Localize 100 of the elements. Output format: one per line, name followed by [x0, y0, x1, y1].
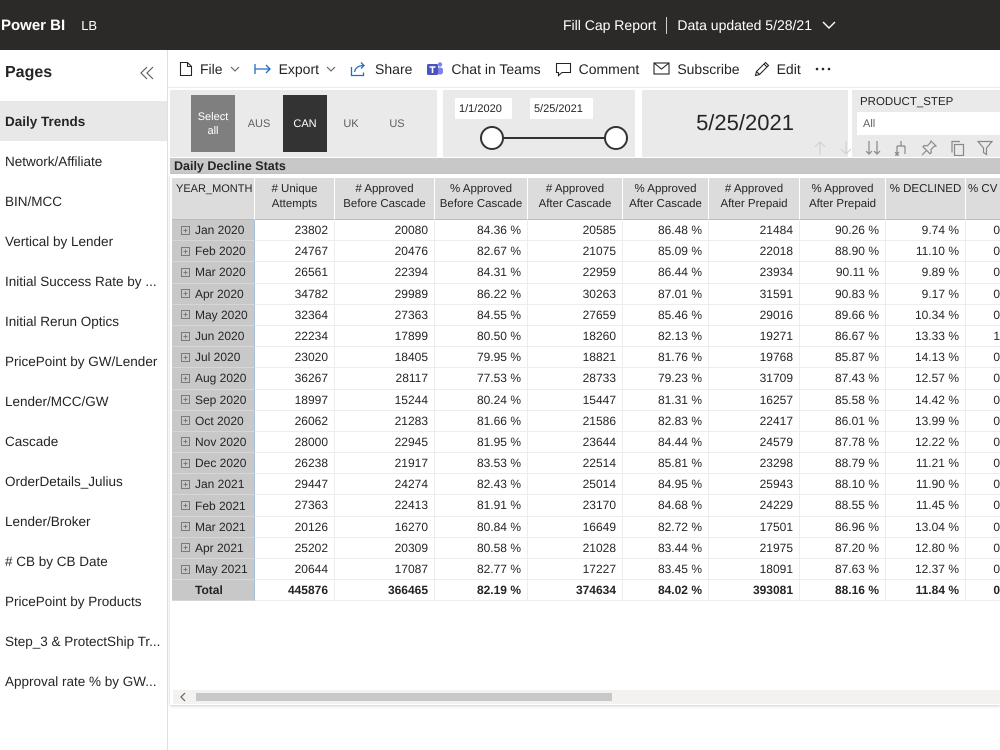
share-button[interactable]: Share	[343, 54, 420, 84]
page-nav-item[interactable]: Cascade	[0, 421, 167, 461]
country-option[interactable]: AUS	[237, 95, 281, 152]
table-cell: 0	[966, 241, 1000, 262]
slider-handle[interactable]	[604, 126, 628, 150]
table-cell: 80.84 %	[435, 516, 528, 538]
table-cell: 84.55 %	[435, 304, 528, 326]
edit-button[interactable]: Edit	[746, 54, 808, 84]
pin-icon[interactable]	[921, 140, 937, 156]
page-nav-item[interactable]: Lender/Broker	[0, 501, 167, 541]
expand-icon[interactable]	[181, 374, 190, 383]
page-nav-item[interactable]: Daily Trends	[0, 101, 167, 141]
column-header[interactable]: # Approved After Prepaid	[709, 178, 800, 220]
slicer-title: PRODUCT_STEP	[860, 95, 954, 109]
page-nav-item[interactable]: Step_3 & ProtectShip Tr...	[0, 621, 167, 661]
page-nav-item[interactable]: PricePoint by Products	[0, 581, 167, 621]
expand-icon[interactable]	[181, 332, 190, 341]
slider-handle[interactable]	[480, 126, 504, 150]
expand-icon[interactable]	[181, 226, 190, 235]
expand-icon[interactable]	[181, 564, 190, 574]
chat-in-teams-button[interactable]: Chat in Teams	[419, 54, 548, 84]
expand-icon[interactable]	[181, 501, 190, 510]
total-cell: 84.02 %	[623, 580, 709, 602]
export-menu-button[interactable]: Export	[246, 54, 344, 84]
workspace-label: LB	[81, 18, 98, 32]
country-option[interactable]: US	[375, 95, 419, 152]
table-cell: 26062	[255, 410, 335, 432]
page-nav-item[interactable]: Initial Rerun Optics	[0, 301, 167, 341]
collapse-icon[interactable]	[139, 66, 155, 80]
table-cell: 0	[966, 220, 1000, 242]
table-cell: 22018	[709, 241, 800, 262]
expand-icon[interactable]	[181, 246, 190, 256]
chevron-down-icon[interactable]	[822, 21, 836, 29]
page-nav-item[interactable]: Network/Affiliate	[0, 141, 167, 181]
column-header[interactable]: # Unique Attempts	[255, 178, 335, 220]
table-cell: 26238	[255, 453, 335, 474]
table-cell: 87.01 %	[623, 284, 709, 305]
country-option[interactable]: CAN	[283, 95, 327, 152]
table-cell: 87.43 %	[800, 368, 886, 390]
table-cell: 85.81 %	[623, 453, 709, 474]
expand-icon[interactable]	[181, 416, 190, 426]
table-cell: 13.04 %	[886, 516, 966, 538]
row-label: Feb 2020	[195, 244, 246, 258]
table-cell: 18091	[709, 559, 800, 580]
page-nav-item[interactable]: BIN/MCC	[0, 181, 167, 221]
table-cell: 18821	[528, 347, 623, 368]
expand-icon[interactable]	[181, 268, 190, 277]
table-cell: 0	[966, 390, 1000, 411]
horizontal-scrollbar[interactable]	[173, 690, 1000, 704]
page-nav-item[interactable]: Initial Success Rate by ...	[0, 261, 167, 301]
column-header[interactable]: YEAR_MONTH	[172, 178, 255, 220]
select-all-button[interactable]: Select all	[191, 95, 235, 152]
expand-icon[interactable]	[181, 289, 190, 298]
double-arrow-down-icon[interactable]	[865, 140, 881, 156]
file-menu-button[interactable]: File	[172, 54, 247, 84]
page-nav-item[interactable]: OrderDetails_Julius	[0, 461, 167, 501]
expand-icon[interactable]	[181, 352, 190, 362]
page-nav-item[interactable]: PricePoint by GW/Lender	[0, 341, 167, 381]
table-cell: 86.22 %	[435, 284, 528, 305]
page-nav-item[interactable]: Lender/MCC/GW	[0, 381, 167, 421]
expand-icon[interactable]	[181, 310, 190, 320]
expand-icon[interactable]	[181, 437, 190, 446]
column-header[interactable]: # Approved After Cascade	[528, 178, 623, 220]
table-cell: 77.53 %	[435, 368, 528, 390]
page-nav-item[interactable]: Approval rate % by GW...	[0, 661, 167, 701]
column-header[interactable]: % Approved Before Cascade	[435, 178, 528, 220]
scrollbar-thumb[interactable]	[196, 693, 612, 701]
filter-icon[interactable]	[977, 140, 993, 156]
page-nav-item[interactable]: # CB by CB Date	[0, 541, 167, 581]
expand-icon[interactable]	[181, 522, 190, 532]
table-cell: 82.77 %	[435, 559, 528, 580]
table-cell: 20585	[528, 220, 623, 242]
column-header[interactable]: % Approved After Prepaid	[800, 178, 886, 220]
column-header[interactable]: % CV	[966, 178, 1000, 220]
expand-icon[interactable]	[181, 543, 190, 552]
table-cell: 32364	[255, 304, 335, 326]
scroll-left-icon[interactable]	[180, 692, 186, 702]
table-cell: 18405	[335, 347, 435, 368]
product-step-dropdown[interactable]: All	[857, 112, 1000, 135]
table-cell: 29989	[335, 284, 435, 305]
expand-icon[interactable]	[181, 480, 190, 489]
table-cell: 85.58 %	[800, 390, 886, 411]
date-range-slider[interactable]	[480, 126, 628, 150]
table-cell: 21075	[528, 241, 623, 262]
page-nav-item[interactable]: Vertical by Lender	[0, 221, 167, 261]
start-date-field[interactable]: 1/1/2020	[455, 98, 512, 119]
column-header[interactable]: # Approved Before Cascade	[335, 178, 435, 220]
column-header[interactable]: % Approved After Cascade	[623, 178, 709, 220]
table-cell: 34782	[255, 284, 335, 305]
table-cell: 29016	[709, 304, 800, 326]
expand-icon[interactable]	[181, 458, 190, 468]
copy-icon[interactable]	[949, 140, 965, 156]
table-cell: 83.53 %	[435, 453, 528, 474]
comment-button[interactable]: Comment	[548, 54, 646, 84]
country-option[interactable]: UK	[329, 95, 373, 152]
column-header[interactable]: % DECLINED	[886, 178, 966, 220]
row-label: Nov 2020	[195, 434, 246, 449]
end-date-field[interactable]: 5/25/2021	[530, 98, 593, 119]
subscribe-button[interactable]: Subscribe	[646, 54, 747, 84]
expand-icon[interactable]	[181, 395, 190, 404]
